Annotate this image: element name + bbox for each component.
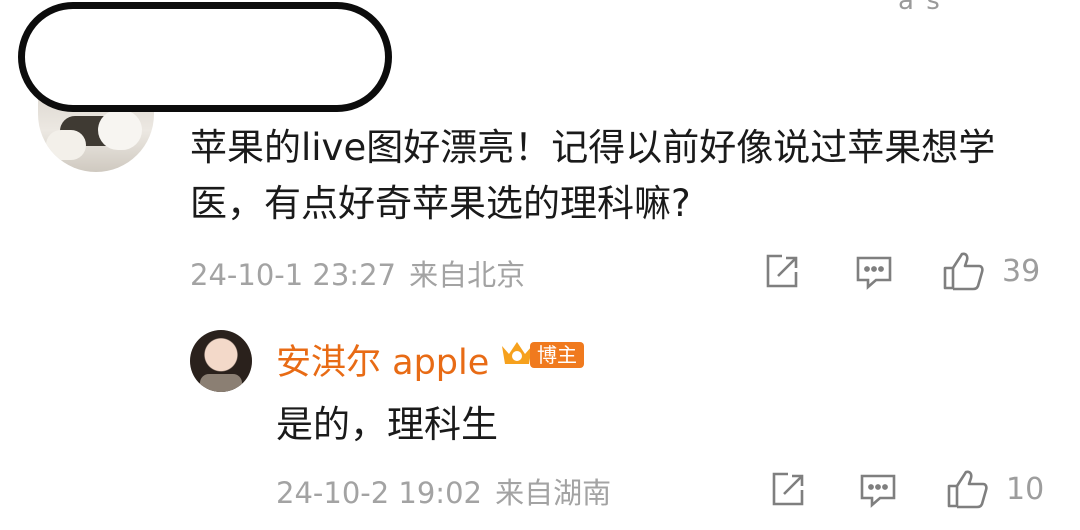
reply-username[interactable]: 安淇尔 apple — [276, 334, 489, 385]
comment-meta: 24-10-1 23:27 来自北京 — [190, 252, 525, 294]
share-icon[interactable] — [762, 252, 802, 292]
like-count: 10 — [1006, 472, 1045, 507]
comment-time: 24-10-1 23:27 — [190, 258, 396, 292]
crown-icon — [502, 342, 532, 364]
reply-avatar[interactable] — [190, 330, 252, 392]
comment-location: 来自北京 — [409, 258, 526, 292]
top-partial-text: a s — [898, 0, 942, 16]
comment-icon[interactable] — [854, 252, 894, 292]
share-icon[interactable] — [768, 470, 808, 510]
reply-time: 24-10-2 19:02 — [276, 476, 482, 510]
badge-label: 博主 — [530, 342, 584, 368]
thumbs-up-icon[interactable] — [942, 250, 986, 292]
blogger-badge: 博主 — [500, 336, 586, 372]
redacted-username — [18, 2, 392, 112]
reply-location: 来自湖南 — [495, 476, 612, 510]
like-count: 39 — [1002, 254, 1041, 289]
comment-icon[interactable] — [858, 470, 898, 510]
comment-text: 苹果的live图好漂亮！记得以前好像说过苹果想学医，有点好奇苹果选的理科嘛? — [190, 126, 996, 225]
thumbs-up-icon[interactable] — [946, 468, 990, 510]
reply-meta: 24-10-2 19:02 来自湖南 — [276, 470, 611, 512]
reply-text: 是的，理科生 — [276, 403, 498, 446]
